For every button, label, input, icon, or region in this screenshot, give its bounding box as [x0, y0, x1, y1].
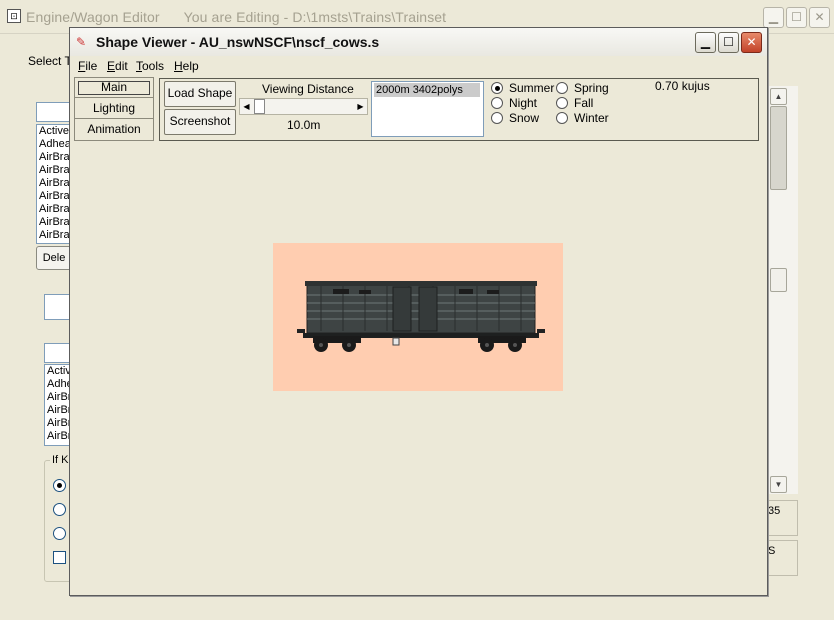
parent-vertical-scrollbar[interactable]: ▲ ▼	[766, 86, 798, 494]
right-field-1-text: 35	[768, 505, 781, 517]
maximize-icon[interactable]: ☐	[718, 32, 739, 53]
radio-winter-icon[interactable]	[556, 112, 568, 124]
slider-thumb[interactable]	[254, 99, 265, 114]
close-icon[interactable]: ✕	[809, 7, 830, 28]
list-item[interactable]: Activ	[45, 365, 71, 378]
lod-list[interactable]: 2000m 3402polys	[371, 81, 484, 137]
list-item[interactable]: Adhea	[37, 138, 71, 151]
scroll-up-icon[interactable]: ▲	[770, 88, 787, 105]
list-item[interactable]: AirBr	[45, 391, 71, 404]
parameter-list-bottom[interactable]: Activ Adhe AirBr AirBr AirBr AirBr	[44, 364, 72, 446]
radio-snow-icon[interactable]	[491, 112, 503, 124]
list-item[interactable]: AirBra	[37, 151, 71, 164]
value-input[interactable]	[44, 294, 72, 320]
radio-fall-icon[interactable]	[556, 97, 568, 109]
lod-list-item[interactable]: 2000m 3402polys	[374, 83, 480, 97]
list-item[interactable]: AirBra	[37, 216, 71, 229]
scroll-down-icon[interactable]: ▼	[770, 476, 787, 493]
select-label: Select T	[28, 54, 72, 68]
menu-file[interactable]: File	[78, 59, 97, 73]
close-icon[interactable]: ✕	[741, 32, 762, 53]
cattle-wagon-model	[297, 281, 545, 352]
load-shape-button[interactable]: Load Shape	[164, 81, 236, 107]
option-radio-1[interactable]	[53, 479, 66, 492]
slider-right-icon[interactable]: ▶	[354, 99, 367, 114]
option-radio-3[interactable]	[53, 527, 66, 540]
option-radio-2[interactable]	[53, 503, 66, 516]
viewing-distance-value: 10.0m	[287, 118, 321, 132]
list-item[interactable]: AirBra	[37, 190, 71, 203]
shape-viewer-app-icon: ✎	[76, 35, 87, 49]
slider-left-icon[interactable]: ◀	[240, 99, 253, 114]
shape-viewer-window: ✎ Shape Viewer - AU_nswNSCF\nscf_cows.s …	[69, 27, 768, 596]
menu-bar: File Edit Tools Help	[70, 56, 767, 76]
editing-path: You are Editing - D:\1msts\Trains\Trains…	[183, 9, 447, 25]
tab-animation[interactable]: Animation	[74, 118, 154, 141]
scroll-thumb[interactable]	[770, 268, 787, 292]
editor-title: Engine/Wagon Editor	[26, 9, 160, 25]
controls-panel: Load Shape Screenshot Viewing Distance ◀…	[159, 78, 759, 141]
radio-spring-icon[interactable]	[556, 82, 568, 94]
size-readout: 0.70 kujus	[655, 79, 710, 93]
screenshot-button[interactable]: Screenshot	[164, 109, 236, 135]
shape-viewer-title: Shape Viewer - AU_nswNSCF\nscf_cows.s	[96, 34, 380, 50]
filter-input-top[interactable]	[36, 102, 72, 122]
delete-button[interactable]: Dele	[36, 246, 72, 270]
tab-main-label: Main	[78, 81, 150, 95]
menu-help[interactable]: Help	[174, 59, 199, 73]
shape-viewer-titlebar[interactable]: ✎ Shape Viewer - AU_nswNSCF\nscf_cows.s …	[70, 28, 767, 57]
tab-main[interactable]: Main	[74, 77, 154, 99]
list-item[interactable]: AirBra	[37, 229, 71, 242]
right-field-2: S	[766, 540, 798, 576]
scroll-track-highlight	[770, 106, 787, 190]
list-item[interactable]: AirBra	[37, 203, 71, 216]
viewing-distance-label: Viewing Distance	[262, 82, 354, 96]
shape-preview-viewport[interactable]	[273, 243, 563, 391]
list-item[interactable]: Active	[37, 125, 71, 138]
parameter-list-top[interactable]: Active Adhea AirBra AirBra AirBra AirBra…	[36, 124, 72, 244]
group-label: If K	[50, 454, 71, 466]
app-icon: ⊡	[7, 9, 21, 23]
list-item[interactable]: AirBr	[45, 417, 71, 430]
right-field-1: 35	[766, 500, 798, 536]
list-item[interactable]: AirBra	[37, 164, 71, 177]
menu-tools[interactable]: Tools	[136, 59, 164, 73]
filter-input-bottom[interactable]	[44, 343, 72, 363]
list-item[interactable]: Adhe	[45, 378, 71, 391]
minimize-icon[interactable]: ▁	[695, 32, 716, 53]
tab-lighting[interactable]: Lighting	[74, 97, 154, 120]
list-item[interactable]: AirBr	[45, 430, 71, 443]
option-checkbox[interactable]	[53, 551, 66, 564]
list-item[interactable]: AirBra	[37, 177, 71, 190]
radio-night-icon[interactable]	[491, 97, 503, 109]
radio-summer-icon[interactable]	[491, 82, 503, 94]
list-item[interactable]: AirBr	[45, 404, 71, 417]
maximize-icon[interactable]: ☐	[786, 7, 807, 28]
menu-edit[interactable]: Edit	[107, 59, 128, 73]
viewing-distance-slider[interactable]: ◀ ▶	[239, 98, 368, 115]
right-field-2-text: S	[768, 545, 776, 557]
minimize-icon[interactable]: ▁	[763, 7, 784, 28]
